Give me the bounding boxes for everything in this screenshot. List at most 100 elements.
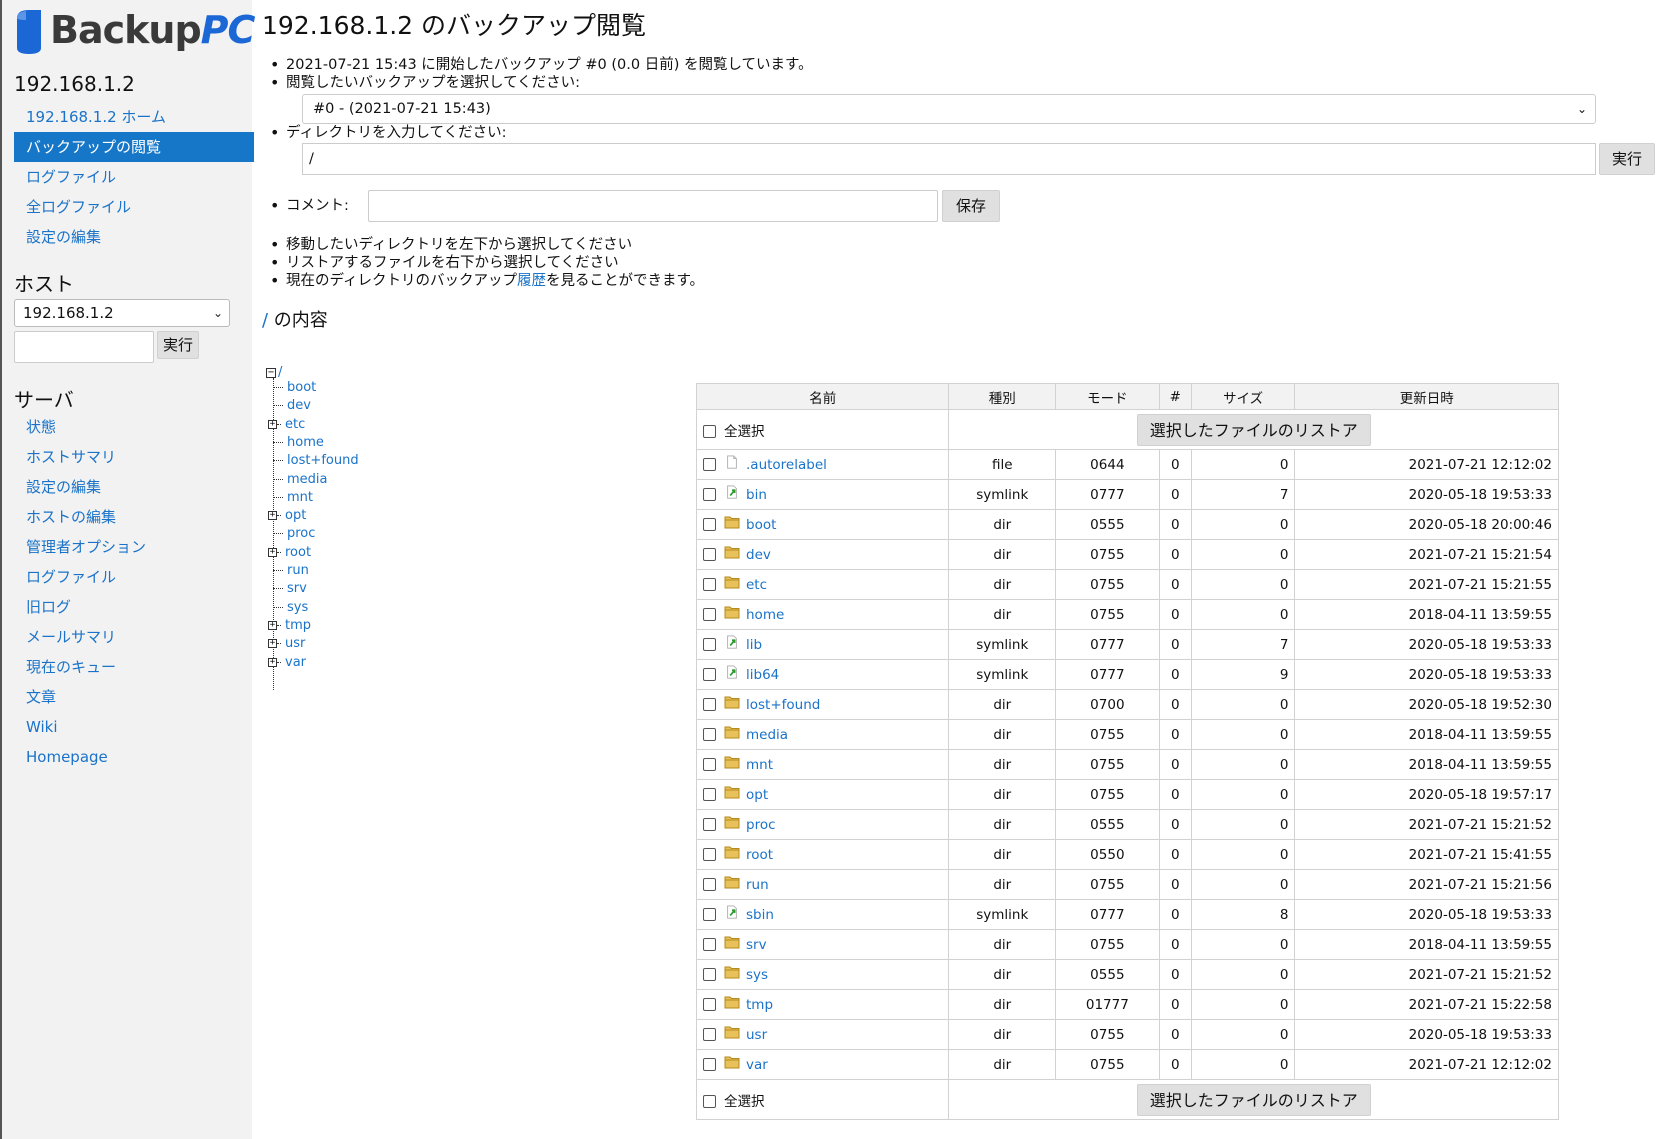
header-count[interactable]: # (1158, 383, 1192, 410)
row-checkbox[interactable] (703, 848, 716, 861)
nav-log-file[interactable]: ログファイル (14, 162, 254, 192)
tree-item-link[interactable]: tmp (285, 618, 311, 633)
nav-wiki[interactable]: Wiki (14, 712, 254, 742)
row-checkbox[interactable] (703, 818, 716, 831)
row-checkbox[interactable] (703, 788, 716, 801)
row-checkbox[interactable] (703, 488, 716, 501)
file-name-link[interactable]: bin (746, 487, 767, 503)
tree-item-link[interactable]: sys (287, 600, 308, 615)
tree-item-link[interactable]: home (287, 435, 324, 450)
file-name-link[interactable]: opt (746, 787, 768, 803)
row-checkbox[interactable] (703, 518, 716, 531)
row-checkbox[interactable] (703, 938, 716, 951)
tree-item-link[interactable]: etc (285, 417, 305, 432)
file-name-link[interactable]: var (746, 1057, 768, 1073)
tree-item-link[interactable]: lost+found (287, 453, 359, 468)
tree-item-link[interactable]: media (287, 472, 328, 487)
expand-icon[interactable]: + (268, 419, 277, 429)
tree-item-link[interactable]: mnt (287, 490, 313, 505)
file-name-link[interactable]: home (746, 607, 784, 623)
row-checkbox[interactable] (703, 668, 716, 681)
header-name[interactable]: 名前 (695, 383, 950, 410)
row-checkbox[interactable] (703, 998, 716, 1011)
nav-host-summary[interactable]: ホストサマリ (14, 442, 254, 472)
tree-item-link[interactable]: var (285, 655, 306, 670)
collapse-icon[interactable]: − (266, 367, 276, 378)
row-checkbox[interactable] (703, 608, 716, 621)
header-size[interactable]: サイズ (1190, 383, 1296, 410)
file-name-link[interactable]: media (746, 727, 788, 743)
select-all-checkbox[interactable] (703, 425, 716, 438)
expand-icon[interactable]: + (268, 639, 277, 649)
restore-selected-button[interactable]: 選択したファイルのリストア (1136, 413, 1371, 446)
header-date[interactable]: 更新日時 (1294, 383, 1559, 410)
file-name-link[interactable]: etc (746, 577, 767, 593)
row-checkbox[interactable] (703, 578, 716, 591)
row-checkbox[interactable] (703, 908, 716, 921)
nav-server-edit-config[interactable]: 設定の編集 (14, 472, 254, 502)
file-name-link[interactable]: lib64 (746, 667, 779, 683)
file-name-link[interactable]: tmp (746, 997, 773, 1013)
file-name-link[interactable]: root (746, 847, 773, 863)
row-checkbox[interactable] (703, 638, 716, 651)
file-name-link[interactable]: .autorelabel (746, 457, 827, 473)
header-type[interactable]: 種別 (948, 383, 1057, 410)
nav-browse-backups[interactable]: バックアップの閲覧 (14, 132, 254, 162)
file-name-link[interactable]: srv (746, 937, 767, 953)
nav-edit-config[interactable]: 設定の編集 (14, 222, 254, 252)
row-checkbox[interactable] (703, 878, 716, 891)
file-name-link[interactable]: lost+found (746, 697, 820, 713)
expand-icon[interactable]: + (268, 511, 277, 521)
tree-item-link[interactable]: dev (287, 398, 311, 413)
row-checkbox[interactable] (703, 458, 716, 471)
row-checkbox[interactable] (703, 1058, 716, 1071)
row-checkbox[interactable] (703, 548, 716, 561)
nav-current-queues[interactable]: 現在のキュー (14, 652, 254, 682)
host-select[interactable]: 192.168.1.2 ⌄ (14, 299, 230, 327)
file-name-link[interactable]: usr (746, 1027, 767, 1043)
save-comment-button[interactable]: 保存 (942, 190, 1000, 222)
nav-host-home[interactable]: 192.168.1.2 ホーム (14, 102, 254, 132)
nav-all-log-files[interactable]: 全ログファイル (14, 192, 254, 222)
nav-email-summary[interactable]: メールサマリ (14, 622, 254, 652)
file-name-link[interactable]: sbin (746, 907, 774, 923)
backuppc-logo[interactable]: BackupPC (12, 6, 255, 56)
tree-item-link[interactable]: boot (287, 380, 316, 395)
file-name-link[interactable]: dev (746, 547, 771, 563)
file-name-link[interactable]: mnt (746, 757, 773, 773)
nav-homepage[interactable]: Homepage (14, 742, 254, 772)
file-name-link[interactable]: sys (746, 967, 768, 983)
directory-input[interactable]: / (302, 143, 1596, 175)
restore-selected-button[interactable]: 選択したファイルのリストア (1136, 1083, 1371, 1116)
nav-edit-hosts[interactable]: ホストの編集 (14, 502, 254, 532)
file-name-link[interactable]: run (746, 877, 769, 893)
tree-item-link[interactable]: srv (287, 581, 307, 596)
backup-select[interactable]: #0 - (2021-07-21 15:43) ⌄ (302, 94, 1596, 124)
expand-icon[interactable]: + (268, 620, 277, 630)
dir-go-button[interactable]: 実行 (1599, 143, 1655, 175)
nav-status[interactable]: 状態 (14, 412, 254, 442)
select-all-checkbox[interactable] (703, 1095, 716, 1108)
history-link[interactable]: 履歴 (517, 273, 546, 289)
tree-item-link[interactable]: proc (287, 526, 315, 541)
tree-item-link[interactable]: run (287, 563, 309, 578)
expand-icon[interactable]: + (268, 547, 277, 557)
nav-server-log-file[interactable]: ログファイル (14, 562, 254, 592)
file-name-link[interactable]: proc (746, 817, 776, 833)
expand-icon[interactable]: + (268, 657, 277, 667)
tree-item-link[interactable]: opt (285, 508, 306, 523)
file-name-link[interactable]: boot (746, 517, 776, 533)
row-checkbox[interactable] (703, 1028, 716, 1041)
nav-old-logs[interactable]: 旧ログ (14, 592, 254, 622)
nav-admin-options[interactable]: 管理者オプション (14, 532, 254, 562)
header-mode[interactable]: モード (1055, 383, 1160, 410)
host-input[interactable] (14, 331, 154, 363)
tree-item-link[interactable]: root (285, 545, 311, 560)
row-checkbox[interactable] (703, 758, 716, 771)
host-go-button[interactable]: 実行 (157, 331, 199, 359)
tree-item-link[interactable]: usr (285, 636, 305, 651)
row-checkbox[interactable] (703, 728, 716, 741)
row-checkbox[interactable] (703, 698, 716, 711)
comment-input[interactable] (368, 190, 938, 222)
nav-documentation[interactable]: 文章 (14, 682, 254, 712)
